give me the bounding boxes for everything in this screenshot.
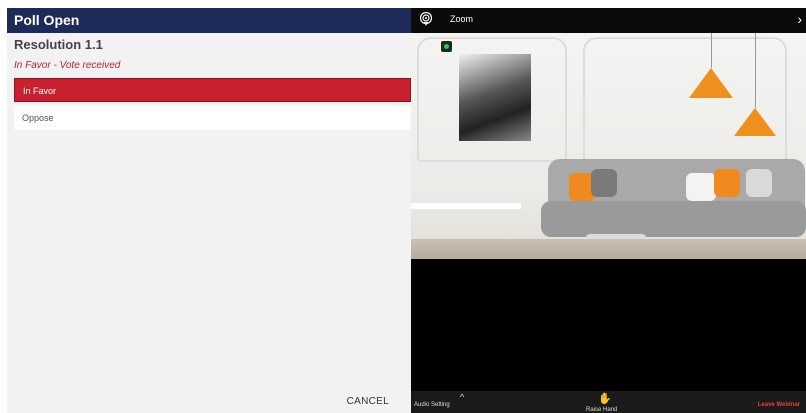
vote-status: In Favor - Vote received [14, 60, 121, 71]
video-feed [411, 33, 806, 259]
cancel-button[interactable]: CANCEL [347, 396, 389, 407]
video-status-icon [441, 41, 452, 52]
wall-shelf [411, 203, 521, 209]
zoom-bottombar: Audio Setting ^ ✋ Raise Hand Leave Webin… [411, 391, 806, 413]
zoom-title: Zoom [450, 14, 474, 24]
sofa-seat [541, 201, 806, 237]
pillow [591, 169, 617, 197]
chevron-right-icon[interactable]: › [797, 11, 802, 27]
caret-up-icon[interactable]: ^ [460, 392, 464, 402]
leave-webinar-button[interactable]: Leave Webinar [758, 402, 800, 408]
pillow [686, 173, 716, 201]
zoom-topbar: Zoom › [411, 8, 806, 33]
floor [411, 239, 806, 259]
option-oppose[interactable]: Oppose [14, 106, 411, 130]
lamp-cord [711, 33, 712, 68]
poll-header: Poll Open [7, 8, 411, 33]
pendant-lamp [734, 108, 776, 136]
audio-setting-button[interactable]: Audio Setting [414, 402, 450, 408]
raise-hand-button[interactable]: Raise Hand [586, 407, 617, 413]
resolution-title: Resolution 1.1 [14, 37, 103, 52]
wall-painting [459, 54, 531, 141]
pillow [746, 169, 772, 197]
zoom-panel: Zoom › Audio Setting ^ ✋ Raise Hand Leav… [411, 8, 806, 413]
pendant-lamp [689, 68, 733, 98]
poll-panel: Poll Open Resolution 1.1 In Favor - Vote… [7, 8, 411, 413]
broadcast-icon[interactable] [419, 12, 433, 26]
lamp-cord [755, 33, 756, 108]
raise-hand-icon[interactable]: ✋ [598, 392, 612, 405]
option-in-favor[interactable]: In Favor [14, 78, 411, 102]
wall-molding [583, 37, 787, 162]
pillow [714, 169, 740, 197]
